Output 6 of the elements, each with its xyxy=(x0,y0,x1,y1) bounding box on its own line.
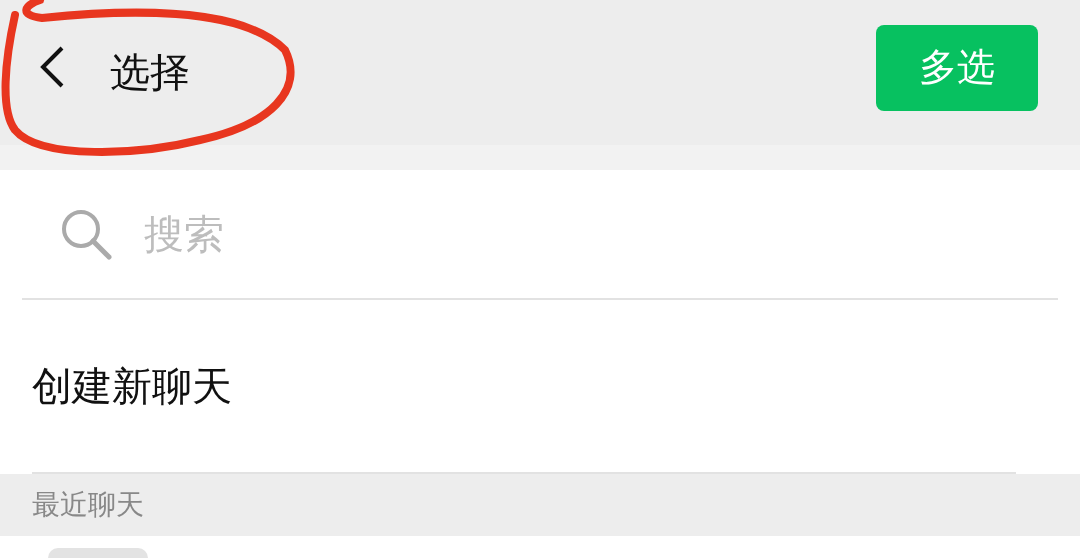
section-header: 最近聊天 xyxy=(32,487,144,523)
search-icon xyxy=(60,208,112,260)
list-item[interactable]: 创建新聊天 xyxy=(32,358,232,414)
back-icon[interactable] xyxy=(38,44,66,89)
search-field[interactable]: 搜索 xyxy=(142,210,746,258)
page-title: 选择 xyxy=(110,48,191,97)
